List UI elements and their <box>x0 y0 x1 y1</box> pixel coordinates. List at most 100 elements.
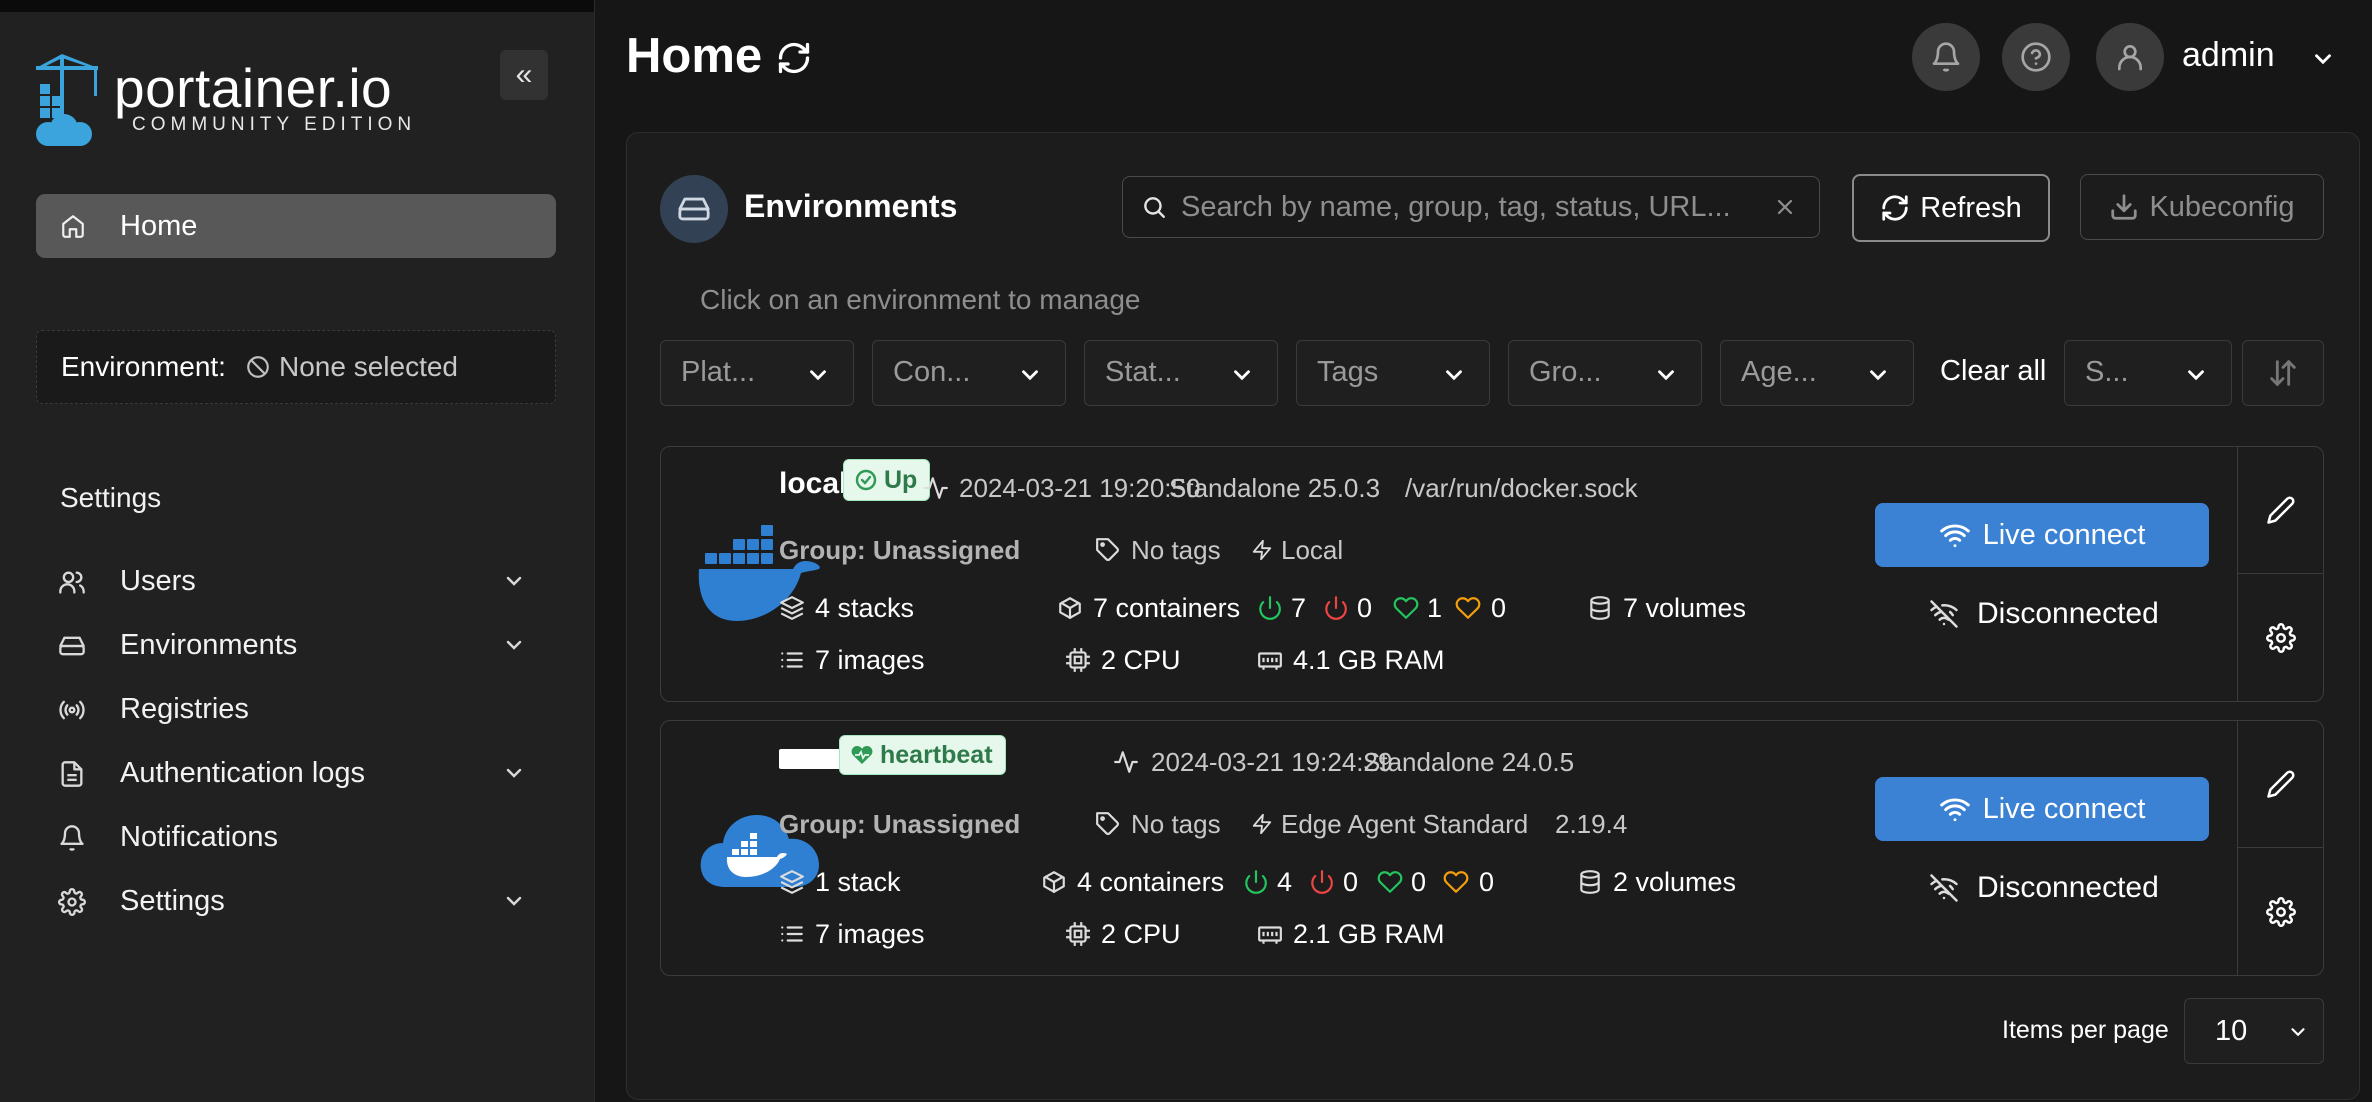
sidebar-item-label: Environments <box>120 629 298 661</box>
stopped-count: 0 <box>1357 593 1373 623</box>
card-actions <box>2237 447 2324 701</box>
tag-icon <box>1095 811 1121 837</box>
filter-label: Age... <box>1741 356 1817 388</box>
chevron-down-icon[interactable] <box>502 633 526 657</box>
unhealthy-count: 0 <box>1479 867 1495 897</box>
clear-all-button[interactable]: Clear all <box>1940 355 2046 388</box>
edit-icon[interactable] <box>2266 769 2296 799</box>
database-icon <box>1587 595 1613 621</box>
environment-selector[interactable]: Environment: None selected <box>36 330 556 404</box>
heart-healthy-icon <box>1377 869 1403 895</box>
chevron-down-icon[interactable] <box>2310 46 2336 72</box>
running-count: 4 <box>1277 867 1293 897</box>
database-icon <box>1577 869 1603 895</box>
sidebar-item-label: Settings <box>120 885 225 917</box>
gear-icon[interactable] <box>2266 623 2296 653</box>
environment-name: local <box>779 467 848 500</box>
chevron-down-icon[interactable] <box>502 761 526 785</box>
refresh-button[interactable]: Refresh <box>1852 174 2050 242</box>
platform-filter[interactable]: Plat... <box>660 340 854 406</box>
status-text: heartbeat <box>880 740 993 769</box>
gear-icon[interactable] <box>2266 897 2296 927</box>
list-icon <box>779 921 805 947</box>
environment-group: Group: Unassigned <box>779 809 1021 839</box>
tag-icon <box>1095 537 1121 563</box>
healthy-count: 0 <box>1411 867 1427 897</box>
manage-hint: Click on an environment to manage <box>700 284 1141 315</box>
hard-drive-icon <box>58 632 86 660</box>
box-icon <box>1041 869 1067 895</box>
power-running-icon <box>1243 869 1269 895</box>
wifi-icon <box>1939 798 1970 822</box>
users-icon <box>58 568 86 596</box>
cpu-count: 2 CPU <box>1101 919 1181 949</box>
memory-icon <box>1257 647 1283 673</box>
environment-tags: No tags <box>1131 809 1221 839</box>
heart-healthy-icon <box>1393 595 1419 621</box>
ram-amount: 2.1 GB RAM <box>1293 919 1445 949</box>
stacks-count: 1 stack <box>815 867 901 897</box>
notifications-button[interactable] <box>1912 23 1980 91</box>
sidebar-item-label: Home <box>120 210 198 242</box>
stopped-count: 0 <box>1343 867 1359 897</box>
sidebar-item-registries[interactable]: Registries <box>36 681 556 737</box>
items-per-page-label: Items per page <box>2002 1016 2169 1044</box>
items-per-page-select[interactable]: 10 <box>2184 998 2324 1064</box>
sidebar-item-notifications[interactable]: Notifications <box>36 809 556 865</box>
search-input[interactable]: Search by name, group, tag, status, URL.… <box>1122 176 1820 238</box>
sort-select[interactable]: S... <box>2064 340 2232 406</box>
sidebar-item-environments[interactable]: Environments <box>36 617 556 673</box>
last-check-timestamp: 2024-03-21 19:24:29 <box>1151 747 1393 777</box>
environment-type: Standalone 24.0.5 <box>1363 747 1575 777</box>
live-connect-button[interactable]: Live connect <box>1875 777 2209 841</box>
heart-pulse-icon <box>851 745 873 764</box>
environment-kind: Edge Agent Standard <box>1281 809 1529 839</box>
close-icon[interactable] <box>1773 195 1797 219</box>
sort-direction-button[interactable] <box>2242 340 2324 406</box>
environment-card-local[interactable]: local Up 2024-03-21 19:20:50 Standalone … <box>660 446 2324 702</box>
refresh-icon[interactable] <box>776 40 812 76</box>
kubeconfig-button[interactable]: Kubeconfig <box>2080 174 2324 240</box>
activity-icon <box>1113 749 1139 775</box>
tags-filter[interactable]: Tags <box>1296 340 1490 406</box>
items-per-page-value: 10 <box>2215 1015 2248 1047</box>
environment-url: /var/run/docker.sock <box>1405 473 1638 503</box>
live-connect-button[interactable]: Live connect <box>1875 503 2209 567</box>
sidebar-item-home[interactable]: Home <box>36 194 556 258</box>
portainer-logo[interactable]: portainer.io COMMUNITY EDITION <box>34 52 454 147</box>
connection-filter[interactable]: Con... <box>872 340 1066 406</box>
search-placeholder: Search by name, group, tag, status, URL.… <box>1181 191 1731 223</box>
running-count: 7 <box>1291 593 1307 623</box>
chevron-down-icon <box>1653 362 1679 388</box>
environment-card-edge[interactable]: heartbeat 2024-03-21 19:24:29 Standalone… <box>660 720 2324 976</box>
cpu-icon <box>1065 921 1091 947</box>
sidebar-item-authentication-logs[interactable]: Authentication logs <box>36 745 556 801</box>
activity-icon <box>923 475 949 501</box>
sidebar: portainer.io COMMUNITY EDITION « Home En… <box>0 0 595 1102</box>
username[interactable]: admin <box>2182 36 2275 75</box>
filter-label: Con... <box>893 356 971 388</box>
environment-key: Environment: <box>61 351 226 382</box>
power-stopped-icon <box>1309 869 1335 895</box>
chevron-down-icon <box>2287 1021 2309 1043</box>
user-icon <box>2114 41 2146 73</box>
sort-label: S... <box>2085 356 2129 388</box>
help-button[interactable] <box>2002 23 2070 91</box>
memory-icon <box>1257 921 1283 947</box>
last-check-timestamp: 2024-03-21 19:20:50 <box>959 473 1201 503</box>
agent-filter[interactable]: Age... <box>1720 340 1914 406</box>
status-filter[interactable]: Stat... <box>1084 340 1278 406</box>
divider <box>2238 847 2324 848</box>
live-connect-label: Live connect <box>1982 792 2146 825</box>
connection-status-text: Disconnected <box>1977 597 2159 630</box>
chevron-down-icon[interactable] <box>502 889 526 913</box>
bell-icon <box>58 824 86 852</box>
sidebar-item-users[interactable]: Users <box>36 553 556 609</box>
edit-icon[interactable] <box>2266 495 2296 525</box>
collapse-sidebar-button[interactable]: « <box>500 50 548 100</box>
group-filter[interactable]: Gro... <box>1508 340 1702 406</box>
images-count: 7 images <box>815 919 925 949</box>
user-avatar[interactable] <box>2096 23 2164 91</box>
sidebar-item-settings[interactable]: Settings <box>36 873 556 929</box>
chevron-down-icon[interactable] <box>502 569 526 593</box>
